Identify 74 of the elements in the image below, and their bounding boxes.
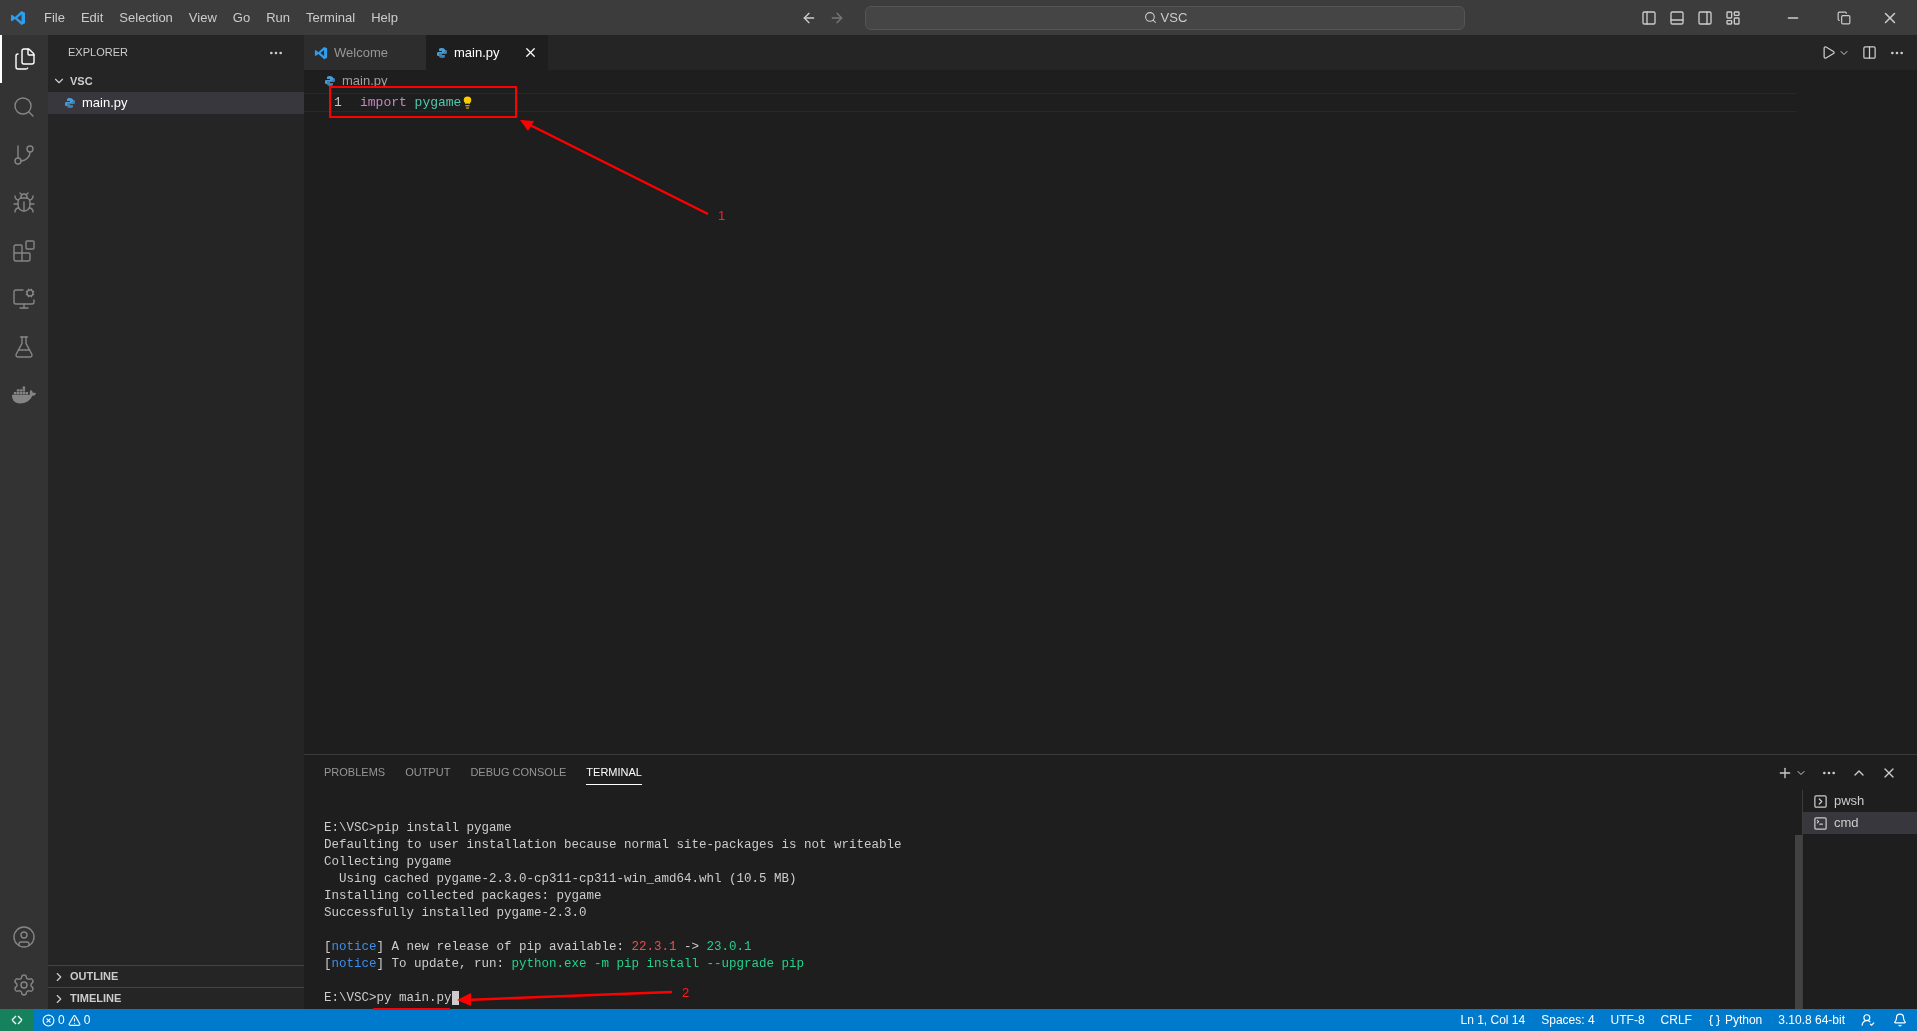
notifications-icon[interactable] [1893, 1013, 1907, 1027]
annotation-label: 2 [682, 984, 690, 1002]
split-editor-icon[interactable] [1862, 45, 1877, 60]
remote-icon[interactable] [11, 1014, 23, 1026]
terminal-line: [notice] To update, run: python.exe -m pip install --upgrade pip [324, 956, 805, 973]
status-item[interactable]: CRLF [1652, 1011, 1700, 1029]
problems-status[interactable]: 0 0 [34, 1011, 99, 1029]
annotation-label: 1 [718, 207, 726, 225]
toggle-panel-icon[interactable] [1669, 9, 1685, 26]
app-logo-icon [10, 9, 26, 26]
terminal-line: [notice] A new release of pip available: 22.3.1 -> 23.0.1 [324, 939, 752, 956]
toggle-secondary-sidebar-icon[interactable] [1697, 9, 1713, 26]
panel-tab[interactable]: OUTPUT [405, 760, 451, 785]
customize-layout-icon[interactable] [1725, 9, 1741, 26]
panel-tab[interactable]: TERMINAL [586, 759, 642, 786]
feedback-icon[interactable] [1861, 1013, 1875, 1027]
panel-tab[interactable]: DEBUG CONSOLE [470, 760, 567, 785]
error-icon [42, 1013, 55, 1027]
braces-icon [1707, 1013, 1721, 1027]
welcome-logo-icon [314, 45, 328, 60]
extensions-icon[interactable] [12, 239, 36, 263]
search-field[interactable]: VSC [865, 5, 1466, 30]
menu-item[interactable]: Edit [72, 7, 112, 28]
scrollbar[interactable] [1795, 835, 1802, 1009]
python-file-icon [436, 46, 448, 59]
sidebar-title: EXPLORER [68, 45, 128, 61]
warning-icon [67, 1013, 81, 1027]
explorer-icon[interactable] [13, 47, 37, 71]
flask-icon[interactable] [12, 335, 36, 359]
account-icon[interactable] [12, 925, 36, 949]
menu-item[interactable]: Help [363, 7, 406, 28]
terminal-line: Successfully installed pygame-2.3.0 [324, 905, 587, 922]
status-item[interactable]: Spaces: 4 [1533, 1011, 1603, 1029]
terminal-line: Installing collected packages: pygame [324, 888, 602, 905]
code-line: import pygame [360, 93, 462, 112]
search-text: VSC [1160, 8, 1188, 27]
source-control-icon[interactable] [12, 143, 36, 167]
remote-monitor-icon[interactable] [12, 287, 36, 311]
status-item[interactable]: 3.10.8 64-bit [1770, 1011, 1853, 1029]
terminal-session[interactable]: pwsh [1803, 790, 1917, 812]
python-file-icon [64, 97, 76, 109]
status-item[interactable]: UTF-8 [1602, 1011, 1653, 1029]
run-icon[interactable] [1821, 45, 1836, 60]
menu-item[interactable]: Selection [111, 7, 181, 28]
menu-item[interactable]: Terminal [298, 7, 364, 28]
restore-icon[interactable] [1837, 10, 1851, 25]
terminal-session[interactable]: cmd [1803, 812, 1917, 834]
menu-item[interactable]: Run [258, 7, 298, 28]
run-debug-icon[interactable] [12, 191, 36, 215]
terminal-line: E:\VSC>pip install pygame [324, 820, 512, 837]
terminal-line: Using cached pygame-2.3.0-cp311-cp311-win_amd64.whl (10.5 MB) [338, 871, 797, 888]
editor-tab[interactable]: Welcome [304, 35, 426, 70]
toggle-sidebar-icon[interactable] [1641, 9, 1657, 26]
terminal-line: Collecting pygame [324, 854, 452, 871]
terminal-line: Defaulting to user installation because normal site-packages is not writeable [324, 837, 902, 854]
search-icon[interactable] [12, 95, 36, 119]
menu-item[interactable]: Go [224, 7, 259, 28]
close-tab-icon[interactable] [523, 45, 538, 60]
status-item[interactable]: Ln 1, Col 14 [1452, 1011, 1534, 1029]
folder-header[interactable]: VSC [48, 70, 304, 92]
shell-icon [1813, 793, 1828, 809]
menu-item[interactable]: File [36, 7, 73, 28]
console-icon [1813, 815, 1828, 831]
menu-item[interactable]: View [180, 7, 225, 28]
settings-icon[interactable] [12, 973, 36, 997]
python-file-icon [324, 75, 336, 87]
section-header[interactable]: OUTLINE [48, 965, 304, 987]
terminal-line: E:\VSC>py main.py [324, 990, 459, 1007]
status-item[interactable]: Python [1699, 1011, 1771, 1029]
search-icon [1143, 11, 1157, 24]
editor-tab[interactable]: main.py [426, 35, 548, 70]
file-tree-item[interactable]: main.py [48, 92, 304, 114]
line-number: 1 [333, 93, 343, 112]
panel-tab[interactable]: PROBLEMS [324, 760, 386, 785]
